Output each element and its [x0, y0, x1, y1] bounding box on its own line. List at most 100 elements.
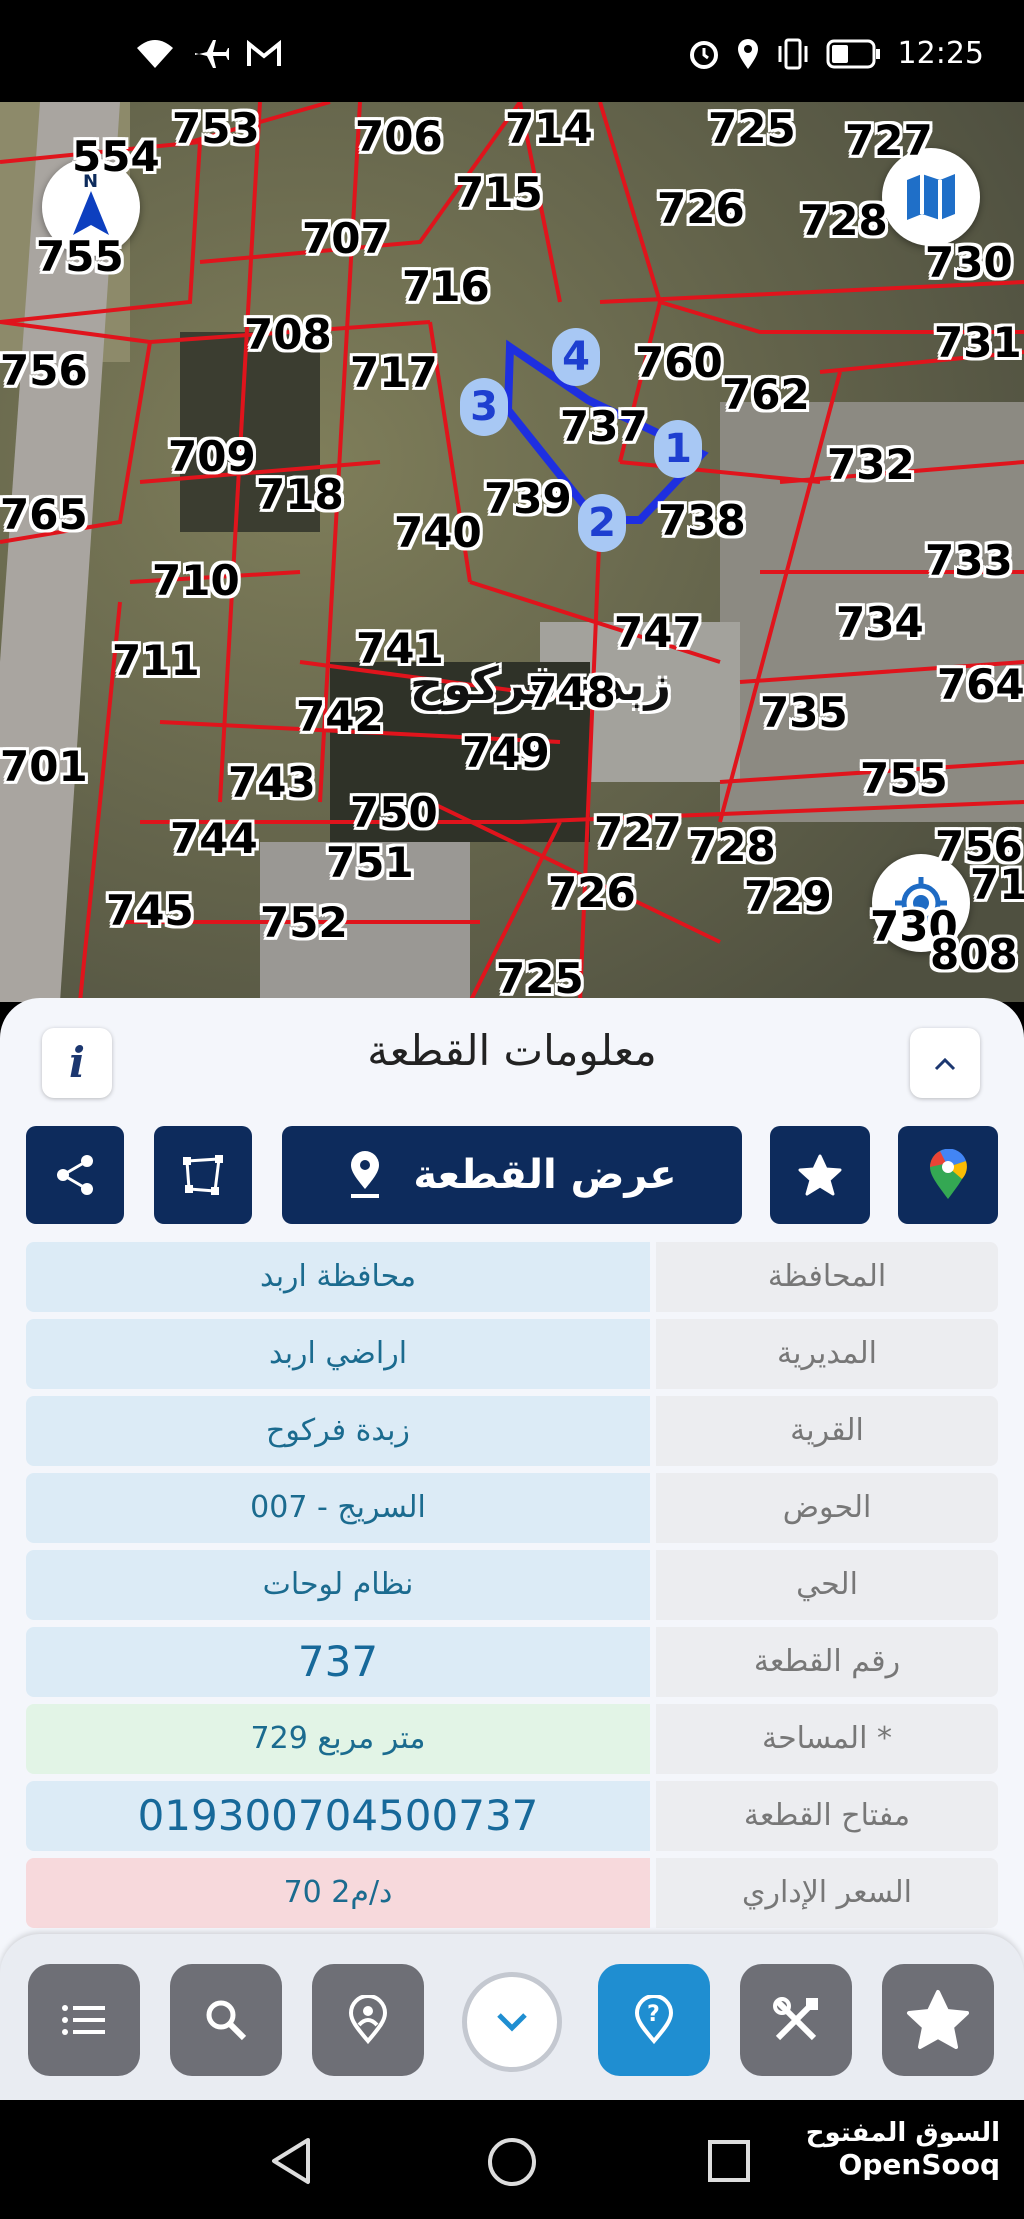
- parcel-number-label: 733: [925, 536, 1013, 585]
- area-label: المساحة *: [656, 1704, 998, 1774]
- governorate-value: محافظة اربد: [26, 1242, 650, 1312]
- parcel-number-value: 737: [26, 1627, 650, 1697]
- parcel-number-label: 755: [860, 754, 948, 803]
- parcel-number-label: 714: [505, 104, 593, 153]
- parcel-number-label: 711: [112, 636, 200, 685]
- info-button[interactable]: i: [42, 1028, 112, 1098]
- help-icon: ?: [634, 1995, 674, 2045]
- back-icon[interactable]: [268, 2136, 314, 2186]
- location-pin-icon: [351, 1151, 380, 1198]
- parcel-number-label: 808: [930, 930, 1018, 979]
- action-buttons: عرض القطعة: [0, 1126, 1024, 1226]
- parcel-number-label: 742: [296, 692, 384, 741]
- parcel-number-label: 760: [635, 338, 723, 387]
- village-value: زبدة فركوح: [26, 1396, 650, 1466]
- star-icon: [798, 1154, 842, 1196]
- basin-value: السريج - 007: [26, 1473, 650, 1543]
- table-row-governorate: محافظة اربد المحافظة: [26, 1242, 998, 1312]
- parcel-number-label: 751: [326, 838, 414, 887]
- governorate-label: المحافظة: [656, 1242, 998, 1312]
- table-row-area: 729 متر مربع المساحة *: [26, 1704, 998, 1774]
- parcel-number-label: 729: [744, 872, 832, 921]
- parcel-number-label: 750: [350, 788, 438, 837]
- parcel-number-label: 762: [722, 370, 810, 419]
- parcel-number-label: 756: [0, 346, 88, 395]
- parcel-key-label: مفتاح القطعة: [656, 1781, 998, 1851]
- tools-icon: [773, 1997, 818, 2041]
- chevron-up-icon: [934, 1057, 956, 1071]
- vertex-marker[interactable]: 4: [552, 328, 600, 386]
- map-view[interactable]: N 1 2 3 4 زبدة فركوح 753 706 714 725 727 554 7…: [0, 102, 1024, 1002]
- table-row-parcel-number: 737 رقم القطعة: [26, 1627, 998, 1697]
- search-icon: [206, 2000, 247, 2041]
- favorite-button[interactable]: [770, 1126, 870, 1224]
- tools-button[interactable]: [740, 1964, 852, 2076]
- show-parcel-label: عرض القطعة: [413, 1152, 677, 1198]
- watermark-arabic: السوق المفتوح: [805, 2118, 1000, 2148]
- parcel-number-label: 747: [614, 608, 702, 657]
- share-button[interactable]: [26, 1126, 124, 1224]
- parcel-shape-button[interactable]: [154, 1126, 252, 1224]
- parcel-number-label: 725: [496, 954, 584, 1002]
- parcel-number-label: 726: [548, 868, 636, 917]
- parcel-number-label: 755: [36, 232, 124, 281]
- neighborhood-label: الحي: [656, 1550, 998, 1620]
- help-button[interactable]: ?: [598, 1964, 710, 2076]
- google-maps-button[interactable]: [898, 1126, 998, 1224]
- parcel-number-label: 701: [0, 742, 88, 791]
- parcel-number-label: 740: [394, 508, 482, 557]
- parcel-number-label: 734: [836, 598, 924, 647]
- parcel-number-label: 745: [106, 886, 194, 935]
- parcel-number-label: 727: [845, 116, 933, 165]
- parcel-number-label: 732: [827, 440, 915, 489]
- admin-price-value: 70 د/م2: [26, 1858, 650, 1928]
- alarm-icon: [689, 40, 718, 69]
- parcel-number-label: رقم القطعة: [656, 1627, 998, 1697]
- directorate-label: المديرية: [656, 1319, 998, 1389]
- gmail-icon: [247, 40, 281, 66]
- vibrate-icon: [778, 38, 808, 69]
- table-row-village: زبدة فركوح القرية: [26, 1396, 998, 1466]
- show-parcel-button[interactable]: عرض القطعة: [282, 1126, 742, 1224]
- table-row-neighborhood: نظام لوحات الحي: [26, 1550, 998, 1620]
- parcel-number-label: 717: [350, 348, 438, 397]
- search-button[interactable]: [170, 1964, 282, 2076]
- parcel-info-panel: i معلومات القطعة عرض القطعة محافظة اربد ا…: [0, 998, 1024, 2098]
- location-icon: [737, 38, 758, 69]
- parcel-number-label: 748: [528, 668, 616, 717]
- wifi-icon: [137, 40, 173, 68]
- recents-icon[interactable]: [706, 2138, 752, 2184]
- parcel-number-label: 739: [484, 474, 572, 523]
- expand-toggle-button[interactable]: [462, 1972, 562, 2072]
- airplane-icon: [195, 40, 229, 68]
- location-pin-icon: [348, 1995, 388, 2045]
- star-icon: [907, 1990, 969, 2049]
- panel-header: i معلومات القطعة: [0, 998, 1024, 1108]
- village-label: القرية: [656, 1396, 998, 1466]
- parcel-number-label: 752: [260, 898, 348, 947]
- favorites-button[interactable]: [882, 1964, 994, 2076]
- parcel-key-value: 019300704500737: [26, 1781, 650, 1851]
- battery-icon: [826, 39, 880, 68]
- parcel-number-label: 730: [925, 238, 1013, 287]
- parcel-number-label: 765: [0, 490, 88, 539]
- parcel-number-label: 753: [172, 104, 260, 153]
- admin-price-label: السعر الإداري: [656, 1858, 998, 1928]
- collapse-button[interactable]: [910, 1028, 980, 1098]
- vertex-marker[interactable]: 2: [578, 494, 626, 552]
- parcel-number-label: 716: [402, 262, 490, 311]
- list-icon: [62, 2005, 105, 2035]
- parcel-number-label: 554: [72, 132, 160, 181]
- parcel-number-label: 71: [970, 860, 1024, 909]
- home-icon[interactable]: [486, 2136, 538, 2188]
- list-button[interactable]: [28, 1964, 140, 2076]
- parcel-number-label: 726: [657, 184, 745, 233]
- vertex-marker[interactable]: 3: [460, 378, 508, 436]
- directorate-value: اراضي اربد: [26, 1319, 650, 1389]
- vertex-marker[interactable]: 1: [654, 420, 702, 478]
- parcel-number-label: 707: [302, 214, 390, 263]
- parcel-number-label: 738: [658, 496, 746, 545]
- location-search-button[interactable]: [312, 1964, 424, 2076]
- parcel-number-label: 728: [688, 822, 776, 871]
- parcel-number-label: 725: [708, 104, 796, 153]
